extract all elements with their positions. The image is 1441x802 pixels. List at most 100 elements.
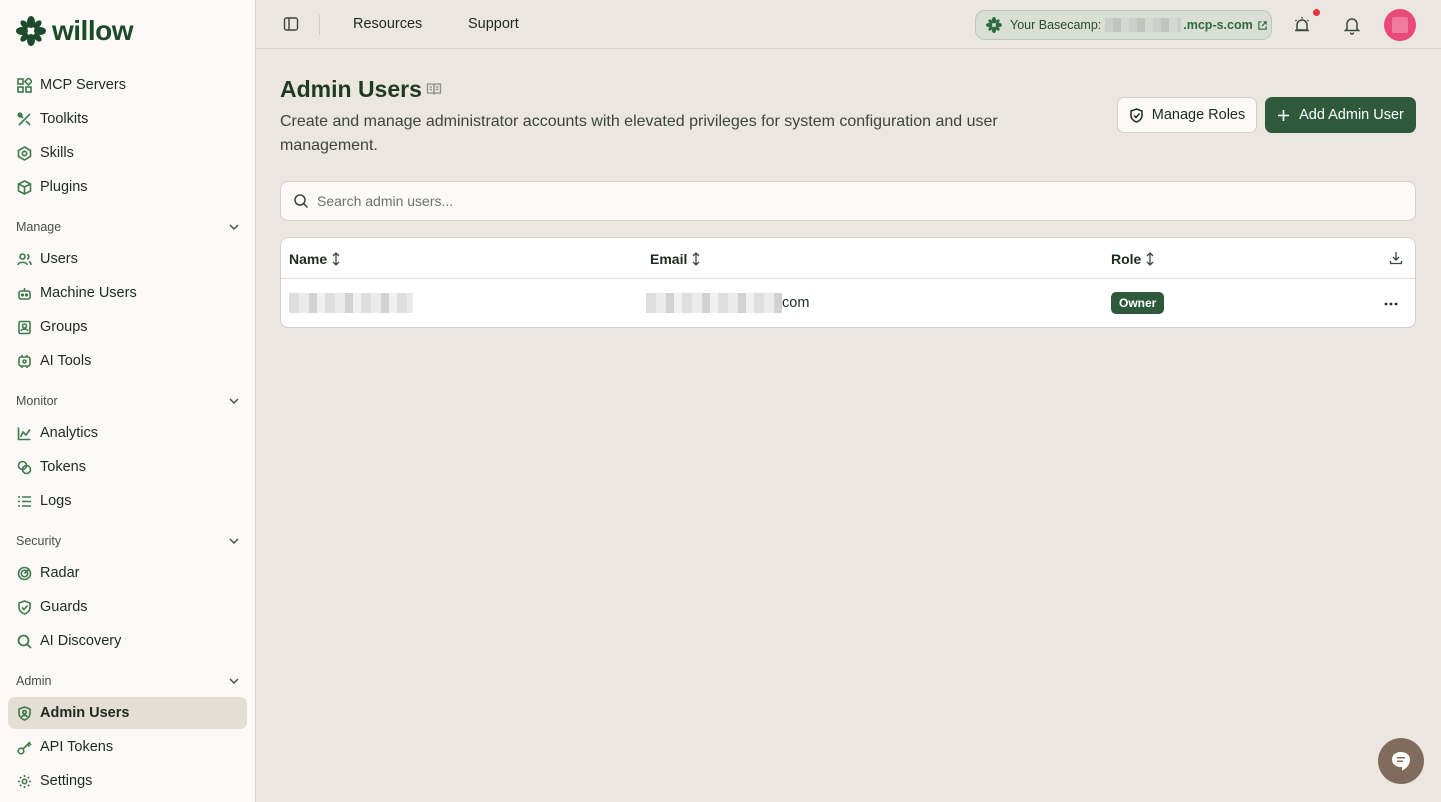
chevron-down-icon (229, 678, 239, 685)
sidebar-item-users[interactable]: Users (8, 243, 247, 275)
notification-dot (1313, 9, 1320, 16)
search-icon (294, 194, 309, 209)
sort-icon (332, 252, 340, 266)
chat-support-button[interactable] (1378, 738, 1424, 784)
sidebar-item-api-tokens[interactable]: API Tokens (8, 731, 247, 763)
column-email-label: Email (650, 251, 688, 267)
sidebar-item-logs[interactable]: Logs (8, 485, 247, 517)
section-security[interactable]: Security (16, 531, 240, 551)
add-admin-user-button[interactable]: Add Admin User (1265, 97, 1416, 133)
plus-icon (1278, 109, 1290, 121)
redacted-email (646, 293, 782, 313)
sidebar-item-analytics[interactable]: Analytics (8, 417, 247, 449)
sort-icon (692, 252, 700, 266)
sidebar: willow MCP Servers Toolkits Skills Plugi… (0, 0, 256, 802)
manage-roles-button[interactable]: Manage Roles (1117, 97, 1257, 133)
top-bar: Resources Support Your Basecamp: .mcp-s.… (256, 0, 1441, 49)
external-link-icon (1257, 20, 1267, 30)
skills-icon (17, 145, 32, 161)
shield-check-icon (1130, 107, 1143, 123)
sidebar-item-label: Guards (40, 599, 88, 615)
sidebar-item-settings[interactable]: Settings (8, 765, 247, 797)
section-title: Monitor (16, 394, 58, 408)
chevron-down-icon (229, 398, 239, 405)
groups-icon (17, 320, 32, 335)
section-manage[interactable]: Manage (16, 217, 240, 237)
gear-icon (17, 774, 32, 789)
sidebar-item-label: Users (40, 251, 78, 267)
sidebar-item-skills[interactable]: Skills (8, 137, 247, 169)
column-name-label: Name (289, 251, 328, 267)
tokens-icon (17, 460, 32, 475)
sidebar-item-label: MCP Servers (40, 77, 126, 93)
sidebar-item-mcp-servers[interactable]: MCP Servers (8, 69, 247, 101)
download-icon[interactable] (1389, 251, 1403, 265)
siren-alert-icon[interactable] (1292, 15, 1312, 35)
more-options-icon[interactable] (1384, 297, 1398, 311)
sidebar-item-ai-discovery[interactable]: AI Discovery (8, 625, 247, 657)
section-monitor[interactable]: Monitor (16, 391, 240, 411)
key-icon (17, 740, 32, 755)
brand-logo[interactable]: willow (16, 15, 134, 47)
search-box (280, 181, 1416, 221)
sidebar-item-label: Plugins (40, 179, 88, 195)
ai-tools-icon (17, 354, 32, 369)
sidebar-item-tokens[interactable]: Tokens (8, 451, 247, 483)
sidebar-item-groups[interactable]: Groups (8, 311, 247, 343)
sidebar-item-admin-users[interactable]: Admin Users (8, 697, 247, 729)
role-badge: Owner (1111, 292, 1165, 314)
resources-link[interactable]: Resources (353, 16, 422, 32)
willow-mark-icon (986, 17, 1002, 33)
column-header-email[interactable]: Email (650, 251, 702, 267)
sidebar-item-plugins[interactable]: Plugins (8, 171, 247, 203)
users-icon (17, 252, 32, 267)
logs-icon (17, 494, 32, 509)
add-admin-user-label: Add Admin User (1299, 107, 1404, 123)
search-input[interactable] (317, 193, 1397, 209)
sidebar-item-toolkits[interactable]: Toolkits (8, 103, 247, 135)
chevron-down-icon (229, 538, 239, 545)
table-row[interactable]: com Owner (281, 279, 1415, 327)
sidebar-item-label: Toolkits (40, 111, 89, 127)
bell-icon[interactable] (1342, 15, 1362, 35)
basecamp-label: Your Basecamp: (1010, 18, 1102, 32)
book-open-icon[interactable] (426, 81, 442, 97)
column-header-role[interactable]: Role (1111, 251, 1156, 267)
chevron-down-icon (229, 224, 239, 231)
sidebar-item-label: Tokens (40, 459, 86, 475)
admin-shield-icon (17, 705, 32, 721)
redacted-subdomain (1105, 18, 1182, 32)
page-description: Create and manage administrator accounts… (280, 113, 998, 154)
admin-users-table: Name Email Role com Owner (280, 237, 1416, 328)
user-avatar[interactable] (1384, 9, 1416, 41)
analytics-icon (17, 426, 32, 441)
column-role-label: Role (1111, 251, 1142, 267)
sidebar-item-label: Radar (40, 565, 80, 581)
robot-icon (17, 286, 32, 301)
brand-name: willow (52, 15, 134, 46)
basecamp-link[interactable]: Your Basecamp: .mcp-s.com (975, 10, 1272, 40)
willow-logo-icon (16, 16, 46, 46)
basecamp-domain: .mcp-s.com (1183, 18, 1253, 32)
sidebar-item-guards[interactable]: Guards (8, 591, 247, 623)
column-header-name[interactable]: Name (289, 251, 342, 267)
sidebar-item-label: Analytics (40, 425, 99, 441)
cell-email: com (646, 293, 809, 313)
radar-icon (17, 566, 32, 581)
search-icon (17, 634, 32, 649)
sort-icon (1146, 252, 1154, 266)
sidebar-item-label: Settings (40, 773, 93, 789)
sidebar-item-radar[interactable]: Radar (8, 557, 247, 589)
section-title: Admin (16, 674, 52, 688)
cell-name (289, 293, 413, 317)
support-link[interactable]: Support (468, 16, 519, 32)
sidebar-item-label: Machine Users (40, 285, 137, 301)
section-title: Manage (16, 220, 62, 234)
sidebar-toggle-icon[interactable] (283, 16, 299, 32)
topbar-divider (319, 15, 320, 35)
shield-check-icon (17, 599, 32, 615)
chat-bubble-icon (1392, 752, 1410, 771)
sidebar-item-ai-tools[interactable]: AI Tools (8, 345, 247, 377)
sidebar-item-machine-users[interactable]: Machine Users (8, 277, 247, 309)
section-admin[interactable]: Admin (16, 671, 240, 691)
